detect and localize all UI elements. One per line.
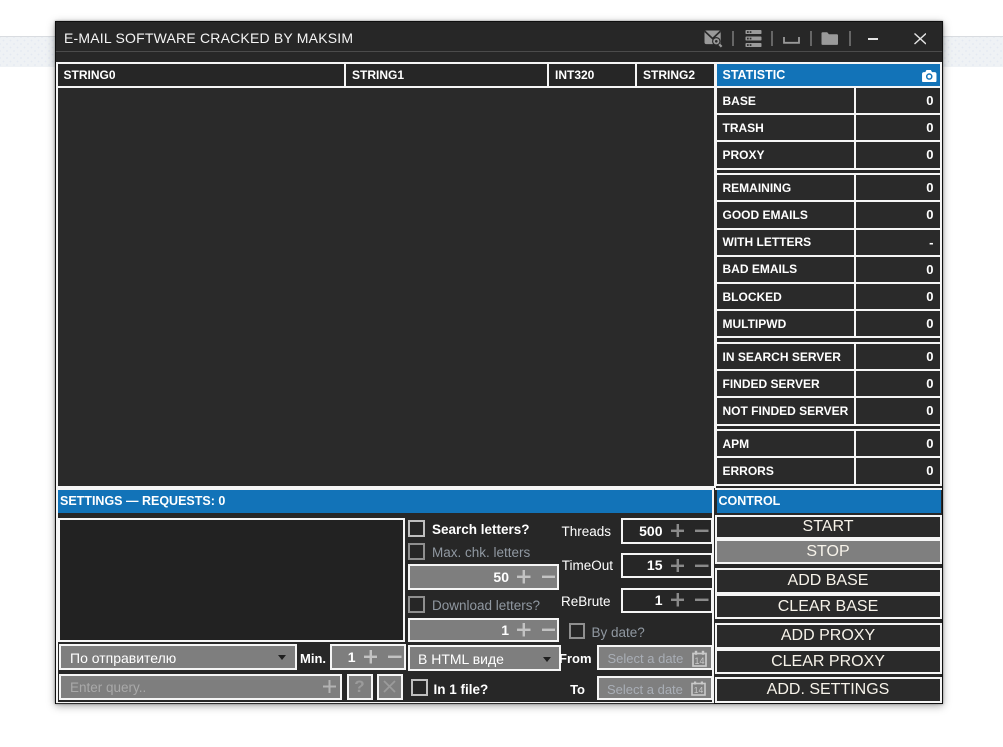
svg-text:14: 14 [694,685,704,695]
svg-text:14: 14 [694,656,704,666]
